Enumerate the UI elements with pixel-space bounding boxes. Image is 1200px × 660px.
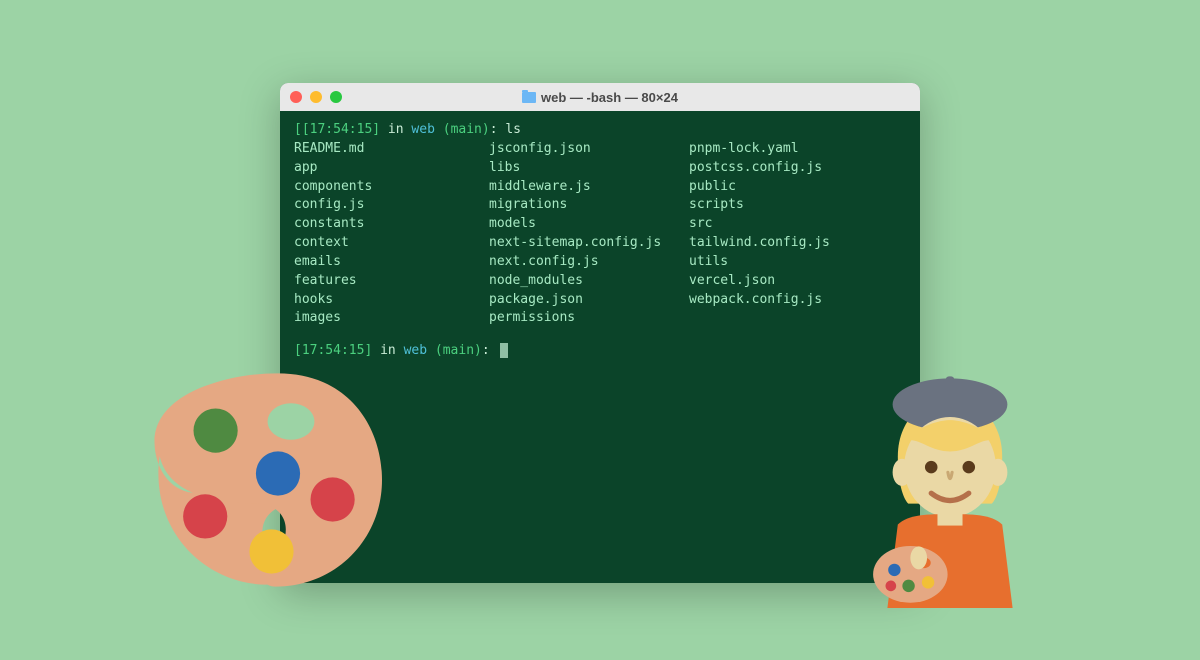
prompt-sep: :: [490, 122, 506, 137]
palette-icon: [135, 350, 395, 610]
ls-item: images: [294, 309, 489, 328]
ls-item: README.md: [294, 140, 489, 159]
prompt-in: in: [380, 122, 411, 137]
ls-item: components: [294, 178, 489, 197]
ls-item: [689, 309, 906, 328]
prompt-branch: main: [443, 343, 474, 358]
ls-item: models: [489, 215, 689, 234]
ls-output: README.mdjsconfig.jsonpnpm-lock.yaml app…: [294, 140, 906, 328]
prompt-branch-close: ): [482, 122, 490, 137]
zoom-button[interactable]: [330, 91, 342, 103]
ls-item: emails: [294, 253, 489, 272]
ls-item: pnpm-lock.yaml: [689, 140, 906, 159]
prompt-close-time: ]: [372, 122, 380, 137]
ls-item: vercel.json: [689, 272, 906, 291]
prompt-branch-open: (: [427, 343, 443, 358]
prompt-command: ls: [505, 122, 521, 137]
cursor: [500, 343, 508, 358]
ls-item: next.config.js: [489, 253, 689, 272]
ls-item: node_modules: [489, 272, 689, 291]
ls-item: public: [689, 178, 906, 197]
terminal-body[interactable]: [[17:54:15] in web (main): ls README.mdj…: [280, 111, 920, 371]
minimize-button[interactable]: [310, 91, 322, 103]
prompt-dir: web: [411, 122, 434, 137]
ls-item: package.json: [489, 291, 689, 310]
ls-item: next-sitemap.config.js: [489, 234, 689, 253]
ls-item: tailwind.config.js: [689, 234, 906, 253]
ls-item: libs: [489, 159, 689, 178]
ls-item: migrations: [489, 196, 689, 215]
ls-item: app: [294, 159, 489, 178]
ls-item: config.js: [294, 196, 489, 215]
ls-item: middleware.js: [489, 178, 689, 197]
ls-item: features: [294, 272, 489, 291]
prompt-open: [[: [294, 122, 310, 137]
artist-icon: [845, 368, 1055, 608]
traffic-lights: [290, 91, 342, 103]
prompt-branch: main: [451, 122, 482, 137]
prompt-time: 17:54:15: [310, 122, 373, 137]
folder-icon: [522, 92, 536, 103]
ls-item: context: [294, 234, 489, 253]
ls-item: src: [689, 215, 906, 234]
close-button[interactable]: [290, 91, 302, 103]
ls-item: permissions: [489, 309, 689, 328]
ls-item: webpack.config.js: [689, 291, 906, 310]
ls-item: hooks: [294, 291, 489, 310]
ls-item: scripts: [689, 196, 906, 215]
prompt-branch-open: (: [435, 122, 451, 137]
ls-item: constants: [294, 215, 489, 234]
prompt-line-1: [[17:54:15] in web (main): ls: [294, 121, 906, 140]
prompt-dir: web: [404, 343, 427, 358]
prompt-sep: :: [482, 343, 498, 358]
window-titlebar: web — -bash — 80×24: [280, 83, 920, 111]
ls-item: postcss.config.js: [689, 159, 906, 178]
window-title: web — -bash — 80×24: [280, 90, 920, 105]
ls-item: jsconfig.json: [489, 140, 689, 159]
window-title-text: web — -bash — 80×24: [541, 90, 678, 105]
prompt-branch-close: ): [474, 343, 482, 358]
ls-item: utils: [689, 253, 906, 272]
